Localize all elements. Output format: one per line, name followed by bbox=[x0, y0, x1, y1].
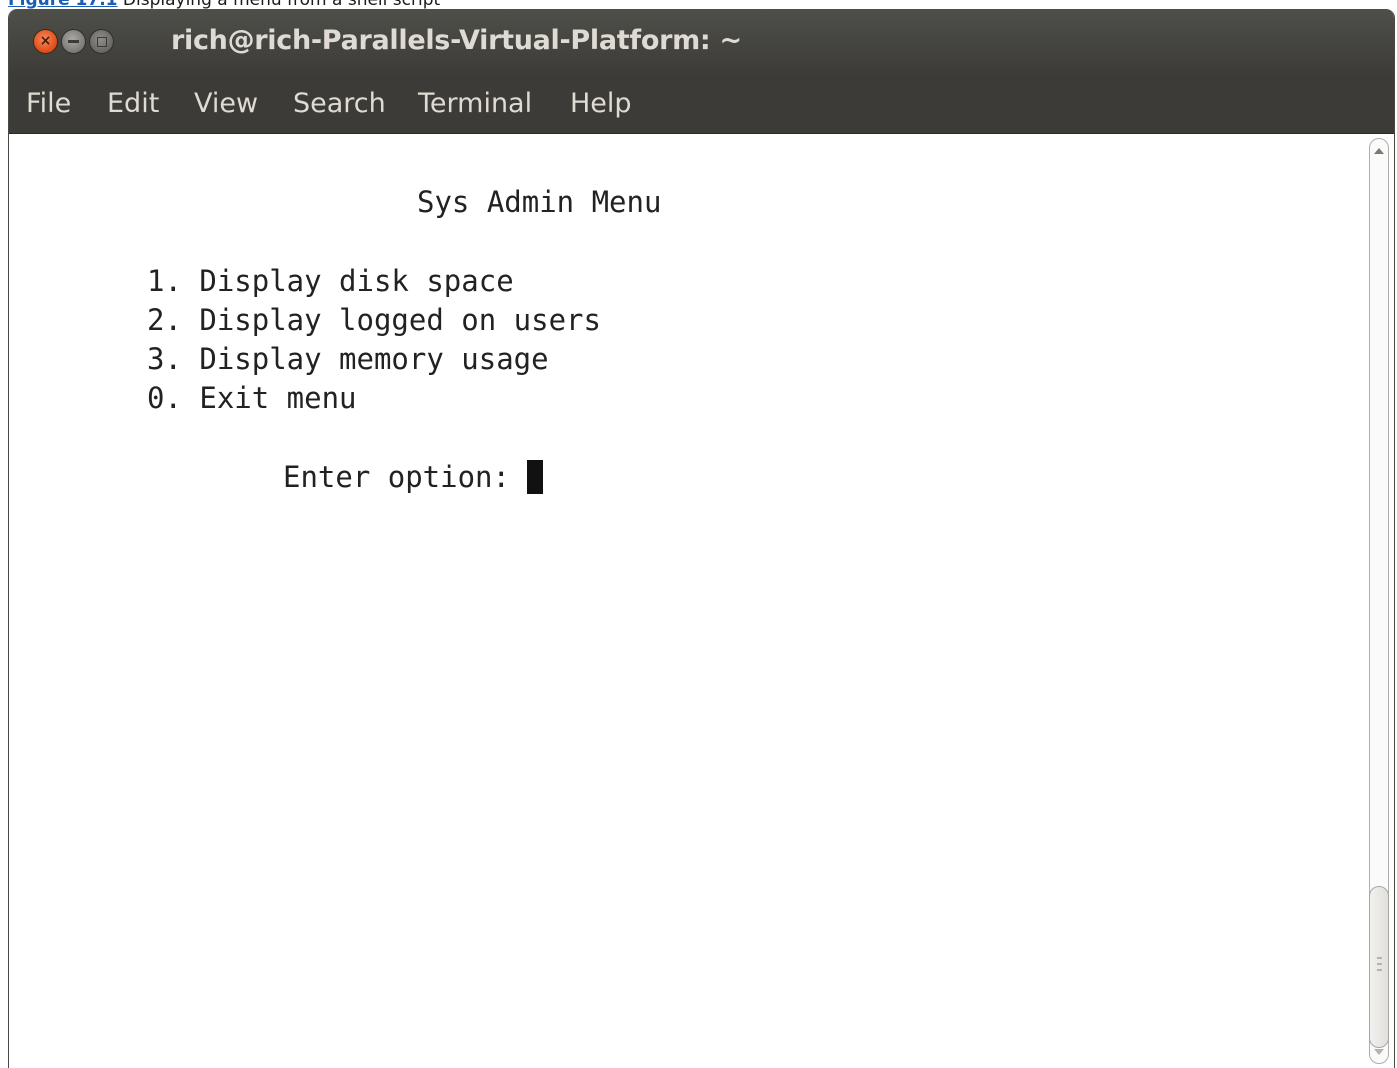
menu-view[interactable]: View bbox=[194, 88, 258, 119]
chevron-up-icon[interactable] bbox=[1374, 148, 1384, 154]
minimize-icon[interactable] bbox=[61, 29, 86, 54]
window-title: rich@rich-Parallels-Virtual-Platform: ~ bbox=[171, 25, 742, 56]
prompt-text: Enter option: bbox=[283, 460, 528, 494]
terminal-output[interactable]: Sys Admin Menu 1. Display disk space 2. … bbox=[9, 134, 1366, 1068]
menu-option-0: 0. Exit menu bbox=[147, 381, 357, 415]
vertical-scrollbar[interactable] bbox=[1366, 134, 1394, 1068]
menu-search[interactable]: Search bbox=[293, 88, 386, 119]
title-bar[interactable]: × rich@rich-Parallels-Virtual-Platform: … bbox=[9, 9, 1394, 76]
chevron-down-icon[interactable] bbox=[1374, 1049, 1384, 1055]
menu-option-1: 1. Display disk space bbox=[147, 264, 514, 298]
scroll-thumb[interactable] bbox=[1369, 886, 1389, 1048]
maximize-icon[interactable] bbox=[89, 29, 114, 54]
menu-heading: Sys Admin Menu bbox=[417, 185, 662, 219]
close-icon[interactable]: × bbox=[33, 29, 58, 54]
menu-edit[interactable]: Edit bbox=[107, 88, 159, 119]
menu-help[interactable]: Help bbox=[570, 88, 632, 119]
text-cursor bbox=[527, 460, 544, 494]
menu-option-2: 2. Display logged on users bbox=[147, 303, 601, 337]
menu-file[interactable]: File bbox=[26, 88, 71, 119]
prompt-line: Enter option: bbox=[283, 459, 544, 495]
menu-option-3: 3. Display memory usage bbox=[147, 342, 549, 376]
menu-terminal[interactable]: Terminal bbox=[418, 88, 532, 119]
menu-bar: File Edit View Search Terminal Help bbox=[9, 76, 1394, 134]
terminal-window: × rich@rich-Parallels-Virtual-Platform: … bbox=[8, 9, 1395, 1068]
scroll-grip-icon bbox=[1377, 957, 1382, 971]
